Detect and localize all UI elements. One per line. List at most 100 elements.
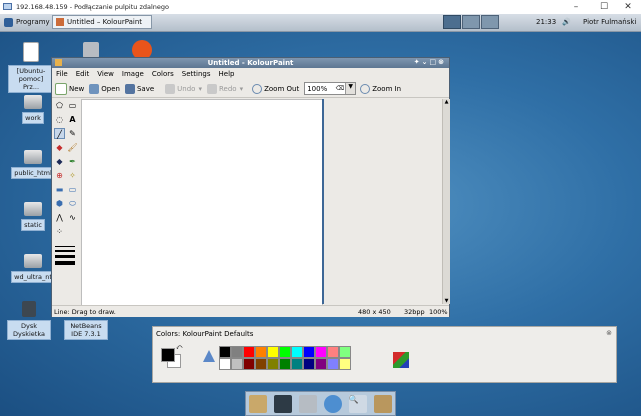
rounded-rectangle-icon[interactable]: ▭ [67,184,78,195]
search-icon[interactable]: 🔍 [348,394,367,413]
zoom-in-button[interactable]: Zoom In [360,83,401,94]
palette-swatch[interactable] [303,358,315,370]
undo-button[interactable]: Undo ▾ [165,83,202,94]
palette-swatch[interactable] [339,358,351,370]
palette-swatch[interactable] [219,358,231,370]
eraser-icon[interactable]: ◆ [54,142,65,153]
palette-swatch[interactable] [315,358,327,370]
menu-image[interactable]: Image [122,70,144,78]
color-picker-icon[interactable]: ✒ [67,156,78,167]
new-button[interactable]: New [55,82,84,95]
pin-icon[interactable]: ✦ [414,58,422,66]
swap-colors-icon[interactable]: ⤺ [176,344,182,352]
rectangle-tool-icon[interactable]: ▬ [54,184,65,195]
desktop-icon-floppy[interactable]: Dysk Dyskietka [6,301,52,340]
scroll-up-icon[interactable]: ▲ [443,99,450,105]
redo-button[interactable]: Redo ▾ [206,83,244,94]
minimize-button[interactable]: – [563,0,589,14]
palette-swatch[interactable] [339,346,351,358]
window-close-icon[interactable]: ⊗ [438,58,446,66]
zoom-out-button[interactable]: Zoom Out [252,83,299,94]
palette-swatch[interactable] [327,346,339,358]
free-form-selection-icon[interactable]: ⬠ [54,100,65,111]
desktop-icon-static[interactable]: static [10,202,56,231]
maximize-icon[interactable]: □ [430,58,439,66]
line-width-4[interactable] [55,261,75,265]
menu-help[interactable]: Help [219,70,235,78]
palette-swatch[interactable] [327,358,339,370]
drawing-canvas[interactable] [81,99,323,306]
programs-button[interactable]: Programy [4,15,50,29]
text-tool-icon[interactable]: A [67,114,78,125]
scroll-down-icon[interactable]: ▼ [443,298,450,304]
foreground-color-swatch[interactable] [161,348,175,362]
palette-swatch[interactable] [291,358,303,370]
maximize-button[interactable]: ☐ [591,0,617,14]
ellipse-selection-icon[interactable]: ◌ [54,114,65,125]
polyline-tool-icon[interactable]: ⋀ [54,212,65,223]
zoom-combobox[interactable]: 100% ⌫ ▼ [304,82,357,95]
menu-view[interactable]: View [97,70,114,78]
desktop-icon-ubuntu-help[interactable]: [Ubuntu-pomoc] Prz... [8,42,54,93]
line-width-1[interactable] [55,246,75,247]
line-width-options[interactable] [55,244,75,270]
redo-dropdown-icon[interactable]: ▾ [240,85,244,93]
open-button[interactable]: Open [89,83,120,94]
rect-selection-icon[interactable]: ▭ [67,100,78,111]
desktop-pager-2[interactable] [462,15,480,29]
polygon-tool-icon[interactable]: ⬢ [54,198,65,209]
palette-swatch[interactable] [279,346,291,358]
menu-file[interactable]: File [56,70,68,78]
palette-swatch[interactable] [219,346,231,358]
line-width-2[interactable] [55,250,75,252]
palette-swatch[interactable] [303,346,315,358]
line-width-3[interactable] [55,255,75,258]
palette-swatch[interactable] [267,358,279,370]
palette-swatch[interactable] [255,346,267,358]
palette-swatch[interactable] [243,346,255,358]
file-cabinet-icon[interactable] [299,394,318,413]
desktop-pager-1[interactable] [443,15,461,29]
vertical-scrollbar[interactable]: ▲ ▼ [442,99,450,304]
desktop-icon-work[interactable]: work [10,95,56,124]
folder-icon[interactable] [249,394,268,413]
desktop-pager-3[interactable] [481,15,499,29]
task-kolourpaint[interactable]: Untitled – KolourPaint [52,15,152,29]
palette-swatch[interactable] [267,346,279,358]
palette-swatch[interactable] [231,346,243,358]
save-button[interactable]: Save [124,83,154,94]
color-cube-icon[interactable] [393,352,409,368]
zoom-tool-icon[interactable]: ⊕ [54,170,65,181]
menu-settings[interactable]: Settings [182,70,211,78]
menu-colors[interactable]: Colors [152,70,174,78]
fill-icon[interactable]: ◆ [54,156,65,167]
palette-swatch[interactable] [315,346,327,358]
close-icon[interactable]: ⊗ [606,329,612,337]
fg-bg-color-swatch[interactable]: ⤺ [159,344,182,368]
palette-swatch[interactable] [279,358,291,370]
palette-swatch[interactable] [243,358,255,370]
clear-icon[interactable]: ⌫ [336,85,344,92]
palette-swatch[interactable] [231,358,243,370]
volume-icon[interactable]: 🔊 [562,15,571,29]
undo-dropdown-icon[interactable]: ▾ [198,85,202,93]
menu-edit[interactable]: Edit [76,70,90,78]
window-titlebar[interactable]: Untitled - KolourPaint ✦⌄□⊗ [52,58,449,68]
home-folder-icon[interactable] [373,394,392,413]
color-eraser-icon[interactable]: ✧ [67,170,78,181]
ellipse-tool-icon[interactable]: ⬭ [67,198,78,209]
minimize-icon[interactable]: ⌄ [422,58,430,66]
browser-icon[interactable] [323,394,342,413]
chevron-down-icon[interactable]: ▼ [345,83,356,94]
color-similarity-icon[interactable] [203,350,215,362]
spraycan-icon[interactable]: ⁘ [54,226,65,237]
close-button[interactable]: ✕ [615,0,641,14]
palette-swatch[interactable] [255,358,267,370]
palette-swatch[interactable] [291,346,303,358]
brush-icon[interactable]: 🖌 [67,142,78,153]
curve-tool-icon[interactable]: ∿ [67,212,78,223]
terminal-icon[interactable] [274,394,293,413]
desktop-icon-public-html[interactable]: public_html [10,150,56,179]
line-tool-icon[interactable]: ╱ [54,128,65,139]
pen-tool-icon[interactable]: ✎ [67,128,78,139]
